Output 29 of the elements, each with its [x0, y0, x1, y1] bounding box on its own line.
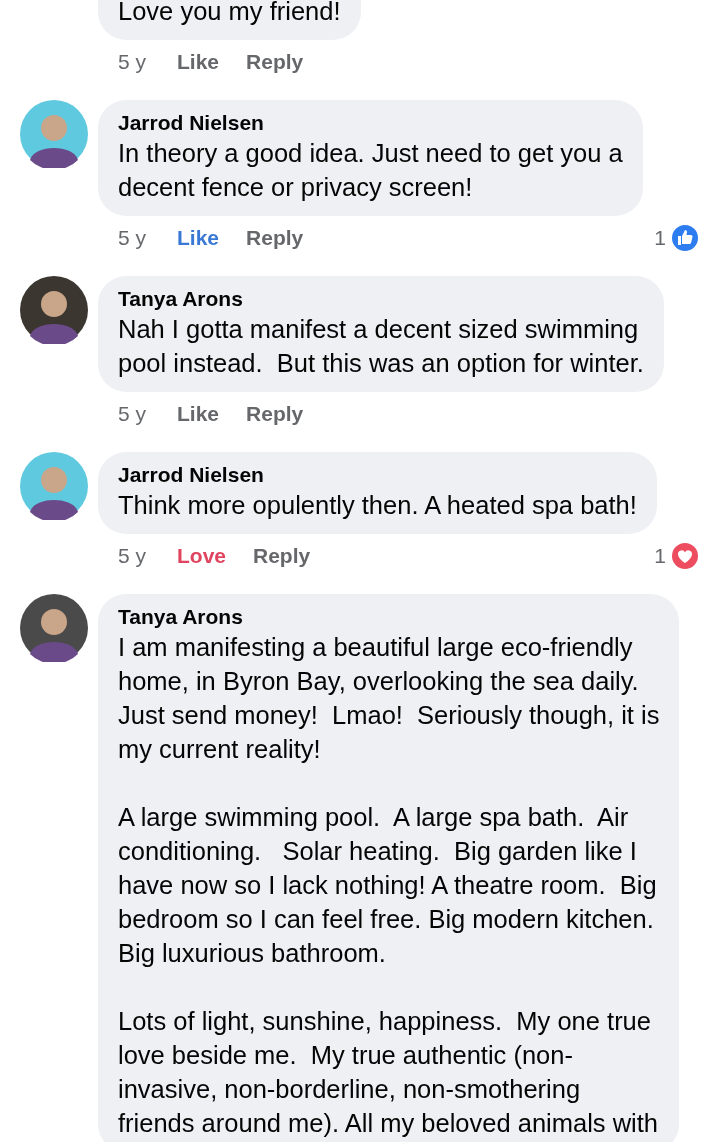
- timestamp: 5 y: [118, 543, 147, 570]
- reaction-count: 1: [654, 543, 666, 570]
- reaction-link[interactable]: Like: [177, 46, 220, 78]
- avatar[interactable]: [20, 452, 88, 520]
- comment-text: A large swimming pool. A large spa bath. Air conditioning. Solar heating. Big garden like I have now so I lack nothing! A theatre room. Big bedroom so I can feel free. Big modern kitchen. Big luxurious bathroom.: [118, 802, 658, 969]
- comment-text: Nah I gotta manifest a decent sized swimming pool instead. But this was an option for winter.: [118, 314, 644, 379]
- timestamp: 5 y: [118, 225, 147, 252]
- avatar[interactable]: [20, 100, 88, 168]
- comment-text: I am manifesting a beautiful large eco-friendly home, in Byron Bay, overlooking the sea daily. Just send money! Lmao! Seriously though, it is my current reality!: [118, 632, 660, 765]
- reaction-link[interactable]: Love: [177, 540, 226, 572]
- comment-text: Lots of light, sunshine, happiness. My one true love beside me. My true authentic (non- invasive, non-borderline, non-smothering friends around me). All my beloved animals with: [118, 1006, 659, 1139]
- comment-text: Love you my friend!: [118, 0, 341, 27]
- reply-link[interactable]: Reply: [246, 46, 304, 78]
- author-name[interactable]: Tanya Arons: [118, 286, 644, 312]
- reaction-link[interactable]: Like: [177, 398, 220, 430]
- author-name[interactable]: Jarrod Nielsen: [118, 110, 623, 136]
- reaction-count: 1: [654, 225, 666, 252]
- comment-text: In theory a good idea. Just need to get you a decent fence or privacy screen!: [118, 138, 623, 203]
- timestamp: 5 y: [118, 401, 147, 428]
- author-name[interactable]: Jarrod Nielsen: [118, 462, 637, 488]
- avatar[interactable]: [20, 276, 88, 344]
- reply-link[interactable]: Reply: [253, 540, 311, 572]
- reply-link[interactable]: Reply: [246, 222, 304, 254]
- author-name[interactable]: Tanya Arons: [118, 604, 660, 630]
- timestamp: 5 y: [118, 49, 147, 76]
- comment-text: Think more opulently then. A heated spa bath!: [118, 490, 637, 521]
- avatar[interactable]: [20, 594, 88, 662]
- reply-link[interactable]: Reply: [246, 398, 304, 430]
- reaction-link[interactable]: Like: [177, 222, 220, 254]
